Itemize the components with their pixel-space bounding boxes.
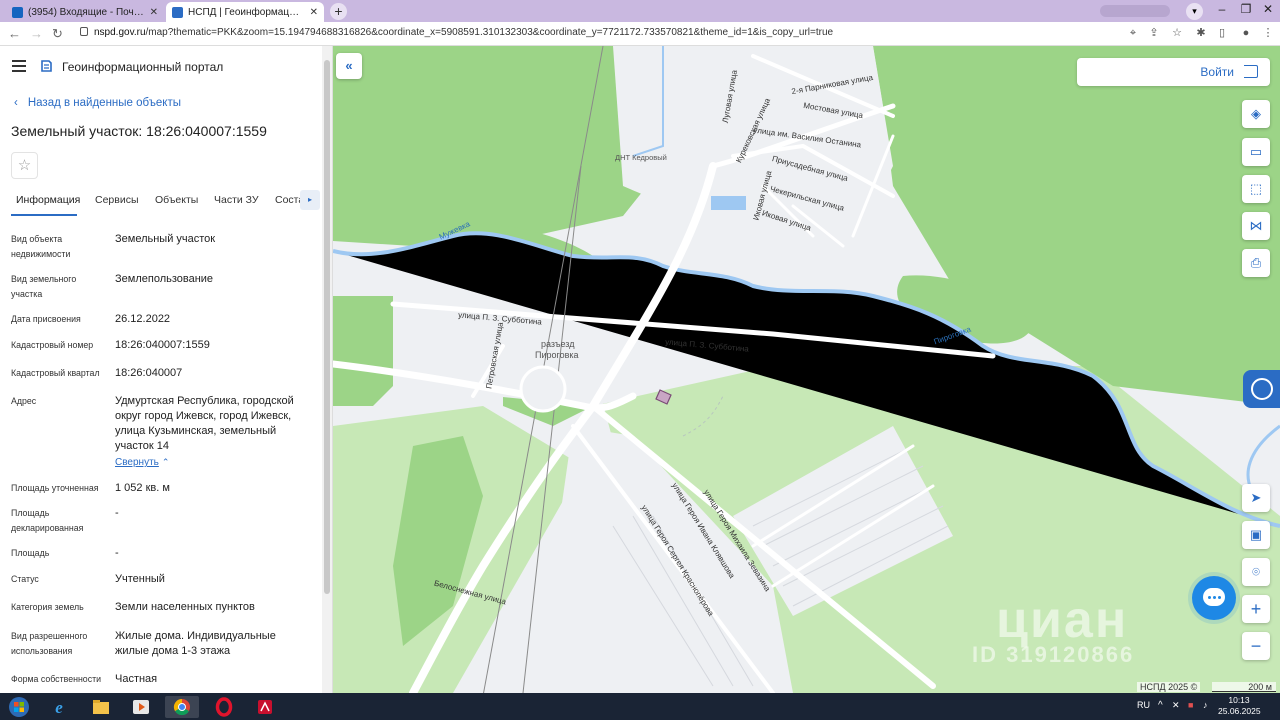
bookmark-star-icon[interactable]: ☆	[1171, 27, 1183, 39]
internet-explorer-icon[interactable]: e	[42, 696, 76, 718]
clock[interactable]: 10:13 25.06.2025	[1218, 695, 1261, 717]
hamburger-menu-icon[interactable]	[12, 60, 26, 72]
zoom-out-button[interactable]: −	[1242, 632, 1270, 660]
assistant-icon	[1251, 378, 1273, 400]
tab-services[interactable]: Сервисы	[95, 194, 139, 206]
share-icon[interactable]: ⇪	[1148, 27, 1160, 39]
tab-information[interactable]: Информация	[16, 194, 80, 206]
opera-icon[interactable]	[207, 696, 241, 718]
back-arrow-icon[interactable]: ←	[8, 26, 21, 41]
minimize-icon[interactable]: –	[1212, 2, 1232, 16]
chat-button[interactable]	[1192, 576, 1236, 620]
chevron-up-icon: ⌃	[161, 457, 170, 467]
login-icon	[1244, 65, 1258, 78]
measure-button[interactable]: ▭	[1242, 138, 1270, 166]
map-label: ДНТ Кедровый	[615, 153, 667, 162]
nspd-icon	[172, 6, 183, 18]
profile-icon[interactable]: ●	[1240, 27, 1252, 39]
object-title: Земельный участок: 18:26:040007:1559	[11, 123, 267, 139]
sidebar-icon[interactable]: ▯	[1216, 27, 1228, 39]
print-button[interactable]: ⎙	[1242, 249, 1270, 277]
layers-button[interactable]: ◈	[1242, 100, 1270, 128]
tab-title: НСПД | Геоинформационный п...	[188, 6, 305, 18]
chevron-down-icon[interactable]: ▾	[1186, 3, 1203, 20]
favorite-star-button[interactable]: ☆	[11, 152, 38, 179]
minimap-button[interactable]: ▣	[1242, 521, 1270, 549]
volume-icon[interactable]: ♪	[1203, 700, 1208, 710]
maximize-icon[interactable]: ❐	[1236, 2, 1256, 16]
svg-text:e: e	[55, 698, 63, 717]
mail-icon	[12, 6, 23, 18]
map-pin-icon: ⌾	[1252, 564, 1260, 579]
chrome-icon[interactable]	[165, 696, 199, 718]
browser-tab-mail[interactable]: (3954) Входящие - Почта Mail ✕	[6, 2, 164, 22]
zoom-in-button[interactable]: +	[1242, 595, 1270, 623]
share-button[interactable]: ⋈	[1242, 212, 1270, 240]
map-view[interactable]: 2-я Парниковая улица Луговая улица Курек…	[333, 46, 1280, 693]
assistant-tab[interactable]	[1243, 370, 1280, 408]
tabs-scroll-right-button[interactable]: ▸	[300, 190, 320, 210]
forward-arrow-icon[interactable]: →	[30, 26, 43, 41]
new-tab-button[interactable]: +	[330, 3, 347, 20]
print-icon: ⎙	[1250, 255, 1262, 270]
windows-start-icon[interactable]	[4, 696, 34, 718]
plus-icon: +	[1250, 599, 1262, 619]
back-to-results-link[interactable]: ‹ Назад в найденные объекты	[14, 97, 181, 109]
browser-tabbar: (3954) Входящие - Почта Mail ✕ НСПД | Ге…	[0, 0, 1280, 22]
select-area-button[interactable]: ⬚	[1242, 175, 1270, 203]
close-icon[interactable]: ✕	[150, 7, 158, 18]
active-tab-indicator	[11, 214, 77, 216]
map-attribution: НСПД 2025 ©	[1137, 682, 1201, 692]
profile-area	[1100, 5, 1170, 17]
close-window-icon[interactable]: ✕	[1258, 2, 1278, 16]
tab-parts[interactable]: Части ЗУ	[214, 194, 259, 206]
location-icon[interactable]: ⌖	[1127, 27, 1139, 39]
language-indicator[interactable]: RU	[1137, 700, 1150, 710]
minus-icon: −	[1250, 636, 1262, 656]
portal-logo-icon	[41, 60, 52, 72]
panel-scrollbar-thumb[interactable]	[324, 60, 330, 594]
lock-icon	[80, 27, 88, 36]
portal-title: Геоинформационный портал	[62, 60, 224, 74]
tab-objects[interactable]: Объекты	[155, 194, 198, 206]
map-scale: 200 м	[1212, 682, 1276, 692]
collapse-link[interactable]: Свернуть ⌃	[115, 455, 315, 470]
minimap-icon: ▣	[1249, 527, 1263, 542]
info-tabs: Информация Сервисы Объекты Части ЗУ Сост…	[0, 184, 332, 216]
close-icon[interactable]: ✕	[310, 7, 318, 18]
ruler-icon: ▭	[1249, 144, 1263, 159]
tray-expand-icon[interactable]: ^	[1158, 700, 1163, 711]
map-label: Пироговка	[535, 350, 579, 360]
tray-alert-icon[interactable]: ■	[1188, 700, 1193, 710]
login-button[interactable]: Войти	[1077, 58, 1270, 86]
watermark-logo: циан	[996, 591, 1129, 649]
browser-tab-nspd[interactable]: НСПД | Геоинформационный п... ✕	[166, 2, 324, 22]
file-explorer-icon[interactable]	[84, 696, 118, 718]
navigation-arrow-icon: ➤	[1250, 490, 1262, 505]
object-info-panel: Геоинформационный портал ‹ Назад в найден…	[0, 46, 333, 693]
extensions-icon[interactable]: ✱	[1195, 27, 1207, 39]
share-icon: ⋈	[1249, 218, 1263, 233]
select-area-icon: ⬚	[1249, 181, 1263, 196]
reload-icon[interactable]: ↻	[52, 26, 63, 42]
geolocation-button[interactable]: ➤	[1242, 484, 1270, 512]
acrobat-icon[interactable]	[248, 696, 282, 718]
media-player-icon[interactable]	[124, 696, 158, 718]
tab-title: (3954) Входящие - Почта Mail	[28, 6, 145, 18]
collapse-panel-button[interactable]: «	[336, 53, 362, 79]
url-field[interactable]: nspd.gov.ru/map?thematic=PKK&zoom=15.194…	[80, 27, 833, 38]
layers-icon: ◈	[1251, 106, 1261, 121]
menu-dots-icon[interactable]: ⋮	[1262, 27, 1274, 39]
chevron-left-icon: ‹	[14, 97, 18, 109]
search-point-button[interactable]: ⌾	[1242, 558, 1270, 586]
network-icon[interactable]: ✕	[1172, 700, 1180, 711]
watermark-id: ID 319120866	[972, 642, 1135, 667]
windows-taskbar: e RU ^ ✕ ■ ♪ 10:13 25.06.2025	[0, 693, 1280, 720]
map-label: разъезд	[541, 339, 575, 349]
address-bar: ← → ↻ nspd.gov.ru/map?thematic=PKK&zoom=…	[0, 22, 1280, 46]
